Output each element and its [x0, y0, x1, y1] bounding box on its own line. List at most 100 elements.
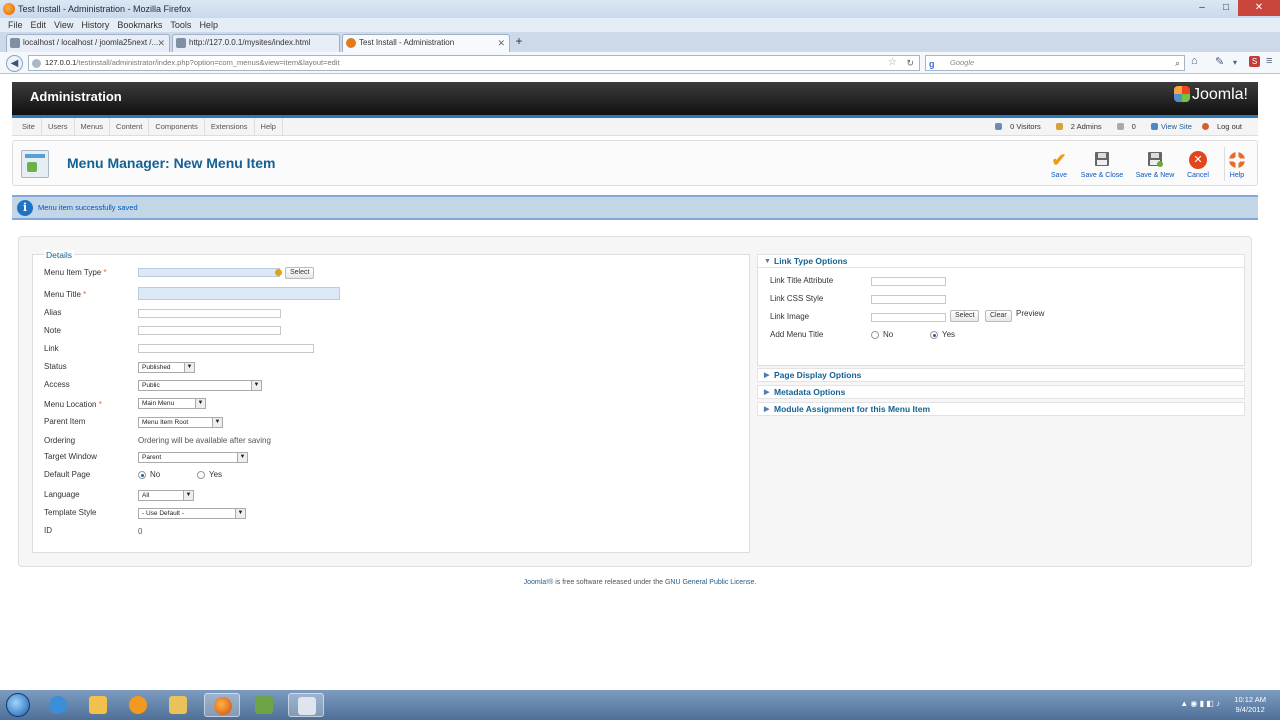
note-label: Note	[44, 326, 61, 335]
taskbar-media-player[interactable]	[120, 693, 156, 717]
chevron-down-icon: ▼	[251, 381, 261, 390]
dropdown-arrow-icon[interactable]: ▾	[1233, 58, 1237, 67]
admin-menu-site[interactable]: Site	[16, 118, 42, 136]
menu-file[interactable]: File	[4, 18, 27, 32]
admin-menu-help[interactable]: Help	[255, 118, 283, 136]
messages-status[interactable]: 0	[1112, 118, 1146, 136]
site-identity-icon[interactable]	[32, 59, 41, 68]
module-assignment-header[interactable]: ▶ Module Assignment for this Menu Item	[757, 402, 1245, 416]
start-button[interactable]	[6, 693, 30, 717]
url-domain: 127.0.0.1	[45, 58, 77, 67]
taskbar-editor[interactable]	[246, 693, 282, 717]
tab-close-icon[interactable]: ✕	[497, 35, 505, 51]
save-and-close-button[interactable]: Save & Close	[1077, 151, 1127, 179]
menu-tools[interactable]: Tools	[166, 18, 195, 32]
admin-menu-extensions[interactable]: Extensions	[205, 118, 255, 136]
triangle-right-icon: ▶	[764, 406, 770, 413]
menu-location-select[interactable]: Main Menu ▼	[138, 398, 206, 409]
reload-icon[interactable]: ↻	[906, 56, 914, 70]
default-page-no-radio[interactable]	[138, 471, 146, 479]
menu-history[interactable]: History	[77, 18, 113, 32]
status-select[interactable]: Published ▼	[138, 362, 195, 373]
menu-item-type-select-button[interactable]: Select	[285, 267, 315, 279]
browser-menubar: File Edit View History Bookmarks Tools H…	[0, 18, 1280, 32]
link-type-options-header[interactable]: ▼ Link Type Options	[757, 254, 1245, 268]
target-window-select[interactable]: Parent ▼	[138, 452, 248, 463]
admin-menu-menus[interactable]: Menus	[75, 118, 111, 136]
message-text: Menu item successfully saved	[38, 203, 138, 212]
parent-item-select[interactable]: Menu Item Root ▼	[138, 417, 223, 428]
chevron-down-icon: ▼	[212, 418, 222, 427]
addon-icon[interactable]: ✎	[1215, 55, 1224, 68]
access-select[interactable]: Public ▼	[138, 380, 262, 391]
admin-menu-content[interactable]: Content	[110, 118, 150, 136]
system-message: i Menu item successfully saved	[12, 195, 1258, 220]
close-window-button[interactable]: ✕	[1238, 0, 1280, 16]
menu-bookmarks[interactable]: Bookmarks	[113, 18, 166, 32]
parent-item-label: Parent Item	[44, 417, 86, 426]
browser-tab-phpmyadmin[interactable]: localhost / localhost / joomla25next /..…	[6, 34, 170, 52]
view-site-link[interactable]: View Site	[1146, 118, 1197, 136]
search-icon[interactable]: ⌕	[1175, 56, 1180, 70]
clock[interactable]: 10:12 AM 9/4/2012	[1234, 695, 1266, 715]
help-button[interactable]: Help	[1227, 151, 1247, 179]
tab-close-icon[interactable]: ✕	[157, 35, 165, 51]
add-menu-title-no-radio[interactable]	[871, 331, 879, 339]
alias-input[interactable]	[138, 309, 281, 318]
minimize-button[interactable]: –	[1190, 0, 1214, 16]
page-display-options-header[interactable]: ▶ Page Display Options	[757, 368, 1245, 382]
id-value: 0	[138, 527, 143, 536]
save-and-new-button[interactable]: Save & New	[1132, 151, 1178, 179]
logout-link[interactable]: Log out	[1197, 118, 1252, 136]
admin-menu-users[interactable]: Users	[42, 118, 75, 136]
link-image-input[interactable]	[871, 313, 946, 322]
add-menu-title-yes-radio[interactable]	[930, 331, 938, 339]
add-menu-title-no-label: No	[883, 330, 894, 339]
gpl-link[interactable]: GNU General Public License	[665, 579, 755, 586]
metadata-options-header[interactable]: ▶ Metadata Options	[757, 385, 1245, 399]
menu-item-type-field[interactable]	[138, 268, 280, 277]
tab-label: Test Install - Administration	[359, 38, 455, 47]
joomla-link[interactable]: Joomla!®	[524, 579, 554, 586]
link-image-select-button[interactable]: Select	[950, 310, 980, 322]
extension-icon[interactable]: S	[1249, 56, 1260, 67]
new-tab-button[interactable]: +	[512, 35, 526, 49]
system-tray[interactable]: ▲ ◉ ▮ ◧ ♪	[1180, 699, 1220, 708]
search-bar[interactable]: g Google ⌕	[925, 55, 1185, 71]
url-bar[interactable]: 127.0.0.1/testinstall/administrator/inde…	[28, 55, 920, 71]
bookmark-star-icon[interactable]: ☆	[888, 56, 897, 70]
template-style-select[interactable]: - Use Default - ▼	[138, 508, 246, 519]
menu-icon[interactable]: ≡	[1266, 55, 1272, 67]
google-icon[interactable]: g	[929, 57, 935, 71]
mail-icon	[1116, 123, 1124, 130]
taskbar-firefox[interactable]	[204, 693, 240, 717]
link-css-style-input[interactable]	[871, 295, 946, 304]
editor-icon	[255, 696, 273, 714]
taskbar-ie[interactable]	[40, 693, 76, 717]
menu-view[interactable]: View	[50, 18, 77, 32]
browser-tab-mysites[interactable]: http://127.0.0.1/mysites/index.html	[172, 34, 340, 52]
recorder-icon	[298, 697, 316, 715]
save-new-icon	[1146, 151, 1164, 169]
ordering-value: Ordering will be available after saving	[138, 436, 271, 445]
menu-help[interactable]: Help	[195, 18, 222, 32]
taskbar-recorder[interactable]	[288, 693, 324, 717]
link-input[interactable]	[138, 344, 314, 353]
menu-edit[interactable]: Edit	[27, 18, 51, 32]
admin-menu-components[interactable]: Components	[149, 118, 205, 136]
default-page-yes-radio[interactable]	[197, 471, 205, 479]
menu-title-input[interactable]	[138, 287, 340, 300]
back-button[interactable]: ◀	[6, 55, 23, 72]
language-select[interactable]: All ▼	[138, 490, 194, 501]
cancel-button[interactable]: ✕ Cancel	[1183, 151, 1213, 179]
note-input[interactable]	[138, 326, 281, 335]
home-icon[interactable]: ⌂	[1191, 55, 1198, 67]
taskbar-explorer[interactable]	[80, 693, 116, 717]
visitors-status: 0 Visitors	[990, 118, 1051, 136]
taskbar-app[interactable]	[160, 693, 196, 717]
maximize-button[interactable]: □	[1214, 0, 1238, 16]
browser-tab-administration[interactable]: Test Install - Administration ✕	[342, 34, 510, 52]
save-button[interactable]: ✔ Save	[1047, 151, 1071, 179]
link-image-clear-button[interactable]: Clear	[985, 310, 1012, 322]
link-title-attribute-input[interactable]	[871, 277, 946, 286]
